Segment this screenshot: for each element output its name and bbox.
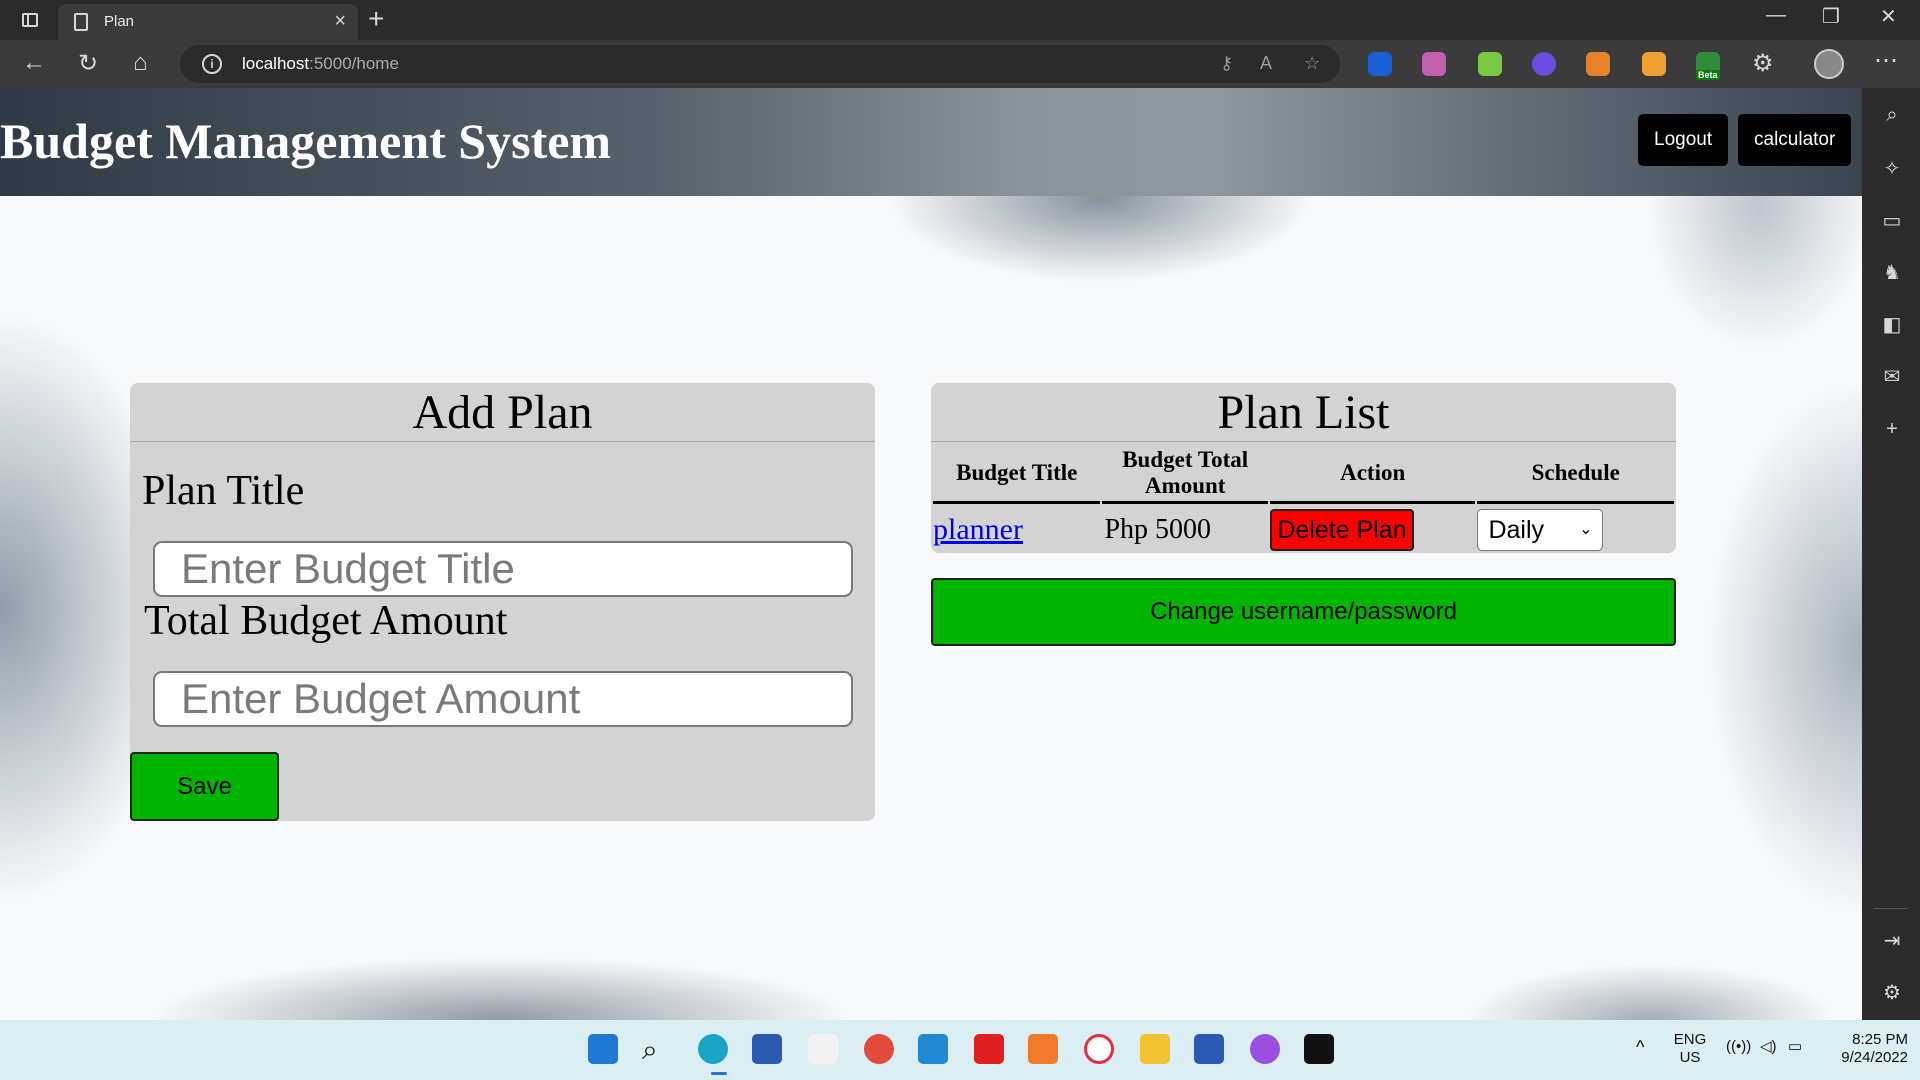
browser-tab[interactable]: Plan × [58,4,358,40]
plan-title-input[interactable] [153,541,853,597]
profile-avatar[interactable] [1814,49,1844,79]
office-icon[interactable]: ◧ [1880,312,1904,337]
logout-button[interactable]: Logout [1638,114,1729,166]
save-button[interactable]: Save [130,752,279,821]
chevron-down-icon: ⌄ [1579,521,1593,538]
search-icon[interactable]: ⌕ [1880,104,1904,127]
back-icon[interactable]: ← [22,49,46,77]
xampp-icon[interactable] [1028,1034,1058,1064]
plan-link[interactable]: planner [933,513,1023,546]
store-icon[interactable] [752,1034,782,1064]
extension-green-icon[interactable] [1478,52,1502,76]
pycharm-icon[interactable] [1304,1034,1334,1064]
outlook-icon[interactable]: ✉ [1880,364,1904,389]
extension-bitwarden-icon[interactable] [1368,52,1392,76]
minimize-icon[interactable]: — [1766,4,1786,27]
browser-tab-bar: Plan × + — ❐ ✕ [0,0,1920,40]
clock[interactable]: 8:25 PM 9/24/2022 [1822,1031,1908,1067]
plan-amount-cell: Php 5000 [1104,514,1212,545]
active-app-indicator [711,1072,727,1075]
change-credentials-button[interactable]: Change username/password [931,578,1676,646]
delete-plan-button[interactable]: Delete Plan [1269,509,1414,551]
vscode-icon[interactable] [918,1034,948,1064]
youtube-icon[interactable] [974,1034,1004,1064]
language-text: ENG [1673,1031,1707,1048]
extension-ghost-icon[interactable] [1532,52,1556,76]
volume-icon[interactable]: ◁) [1760,1038,1777,1056]
plan-title-cell: planner [933,504,1100,556]
info-icon[interactable]: i [202,54,222,74]
language-indicator[interactable]: ENG US [1668,1031,1712,1067]
word-icon[interactable] [1194,1034,1224,1064]
budget-amount-label: Total Budget Amount [144,598,508,644]
tab-actions-icon[interactable] [18,8,42,32]
add-plan-heading: Add Plan [130,383,875,442]
edge-icon[interactable] [698,1034,728,1064]
browser-toolbar: ← ↻ ⌂ i localhost:5000/home ⚷ A ☆ Beta ⚙… [0,40,1920,88]
address-bar[interactable]: i localhost:5000/home ⚷ A ☆ [180,45,1340,83]
briefcase-icon[interactable]: ▭ [1880,208,1904,233]
browser-sidebar: ⌕ ✧ ▭ ♞ ◧ ✉ + ⇥ ⚙ [1862,88,1920,1020]
more-options-icon[interactable]: ⋯ [1874,46,1898,75]
start-icon[interactable] [588,1034,618,1064]
add-plan-panel: Add Plan Plan Title Total Budget Amount … [130,383,875,821]
plan-list-heading: Plan List [931,383,1676,442]
page-icon [74,13,88,31]
home-icon[interactable]: ⌂ [133,49,148,77]
chrome-icon[interactable] [864,1034,894,1064]
budget-amount-input[interactable] [153,671,853,727]
messenger-icon[interactable] [1250,1034,1280,1064]
plan-title-label: Plan Title [142,468,305,514]
table-row: planner Php 5000 Delete Plan Daily ⌄ [933,504,1674,556]
url-host: localhost [242,54,310,73]
url-path: :5000/home [309,54,399,73]
favorites-icon[interactable]: ☆ [1304,53,1320,74]
settings-icon[interactable]: ⚙ [1880,980,1904,1005]
page-viewport: Budget Management System Logout calculat… [0,88,1862,1020]
new-tab-icon[interactable]: + [368,3,384,35]
panel-icon[interactable]: ⇥ [1880,928,1904,953]
column-header-action: Action [1269,444,1476,504]
plan-action-cell: Delete Plan [1269,504,1476,556]
wifi-icon[interactable]: ((•)) [1726,1038,1751,1056]
plan-table-header-row: Budget Title Budget Total Amount Action … [933,444,1674,504]
beta-badge: Beta [1696,70,1720,80]
column-header-schedule: Schedule [1477,444,1674,504]
games-icon[interactable]: ♞ [1880,260,1904,285]
region-text: US [1679,1049,1701,1066]
plan-table: Budget Title Budget Total Amount Action … [931,444,1676,556]
reload-icon[interactable]: ↻ [78,49,98,78]
app-icon[interactable] [808,1034,838,1064]
tab-close-icon[interactable]: × [334,10,346,33]
search-taskbar-icon[interactable]: ⌕ [642,1034,672,1065]
read-aloud-icon[interactable]: A [1260,53,1272,74]
extension-purple-icon[interactable] [1422,52,1446,76]
restore-icon[interactable]: ❐ [1822,4,1840,29]
clock-time: 8:25 PM [1852,1031,1908,1048]
site-header: Budget Management System Logout calculat… [0,88,1862,196]
clock-date: 9/24/2022 [1841,1049,1908,1066]
column-header-budget-total: Budget Total Amount [1102,444,1268,504]
schedule-value: Daily [1488,516,1545,544]
close-window-icon[interactable]: ✕ [1880,4,1897,29]
plan-schedule-cell: Daily ⌄ [1477,504,1674,556]
chevron-up-icon[interactable]: ^ [1636,1038,1644,1056]
extensions-icon[interactable]: ⚙ [1752,49,1774,78]
key-icon[interactable]: ⚷ [1220,53,1233,74]
site-title: Budget Management System [0,113,612,169]
url-text[interactable]: localhost:5000/home [242,54,399,74]
windows-taskbar: ⌕ ^ ((•)) ◁) ▭ ENG US 8:25 PM 9/24/2022 [0,1020,1920,1080]
sidebar-divider [1874,908,1908,909]
sparkle-icon[interactable]: ✧ [1880,156,1904,181]
opera-icon[interactable] [1084,1034,1114,1064]
add-icon[interactable]: + [1880,418,1904,441]
battery-icon[interactable]: ▭ [1788,1038,1802,1056]
extension-metamask-icon[interactable] [1586,52,1610,76]
extension-orange-icon[interactable] [1642,52,1666,76]
schedule-select[interactable]: Daily ⌄ [1477,509,1604,551]
column-header-budget-title: Budget Title [933,444,1101,504]
tab-title: Plan [104,13,135,30]
file-explorer-icon[interactable] [1140,1034,1170,1064]
calculator-button[interactable]: calculator [1738,114,1852,166]
